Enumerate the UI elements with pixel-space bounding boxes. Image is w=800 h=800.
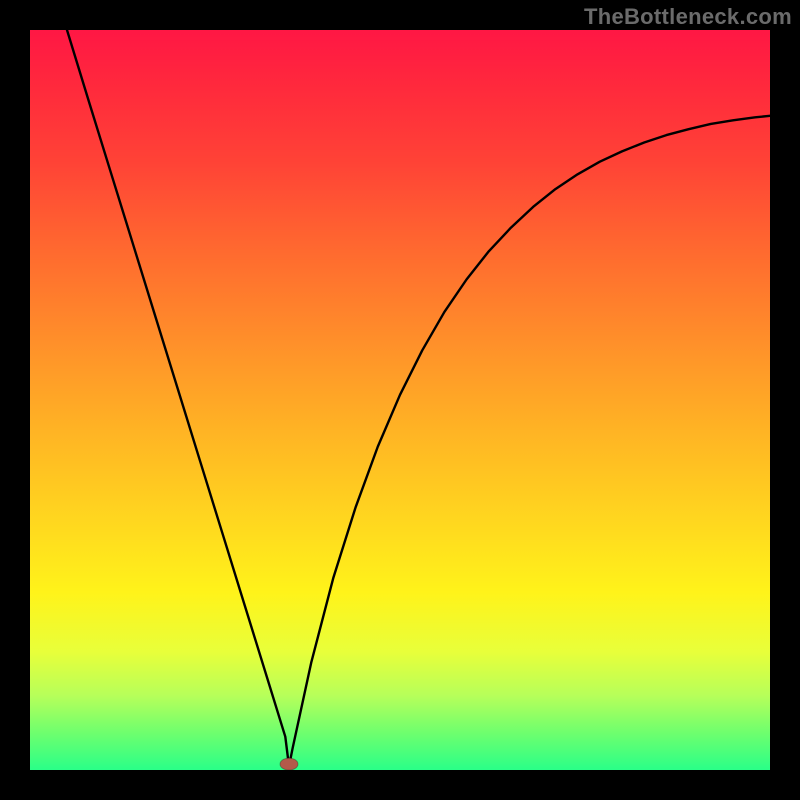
curve-layer (30, 30, 770, 770)
plot-area (30, 30, 770, 770)
chart-frame: TheBottleneck.com (0, 0, 800, 800)
watermark-text: TheBottleneck.com (584, 4, 792, 30)
minimum-marker (280, 758, 298, 770)
bottleneck-curve (67, 30, 770, 766)
